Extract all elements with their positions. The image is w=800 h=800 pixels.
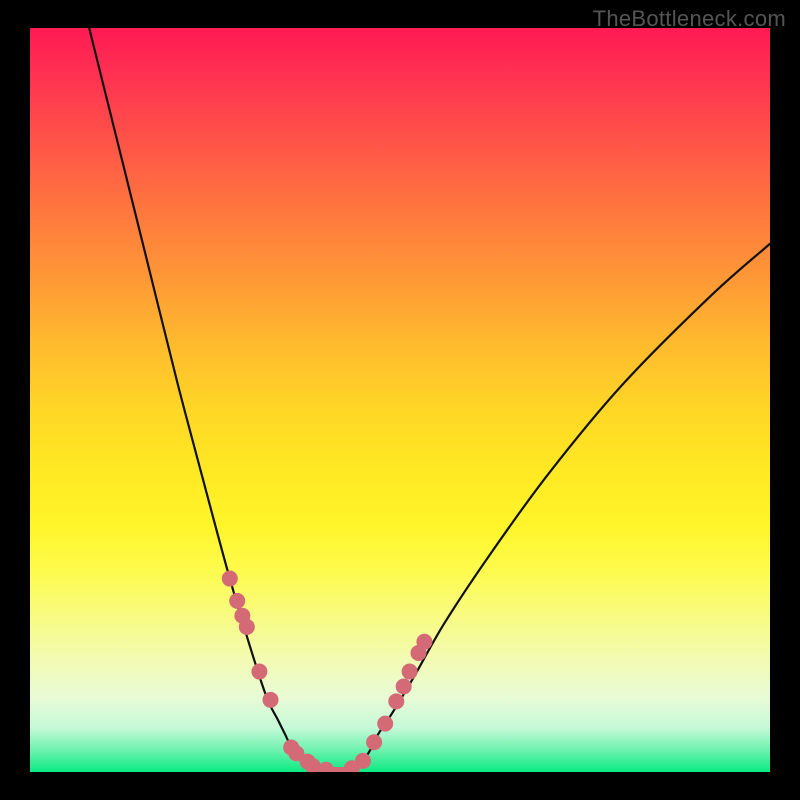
data-dot bbox=[396, 678, 412, 694]
data-dot bbox=[222, 571, 238, 587]
left-curve bbox=[89, 28, 311, 767]
right-dot-cluster bbox=[318, 634, 432, 772]
data-dot bbox=[229, 593, 245, 609]
curve-layer bbox=[30, 28, 770, 772]
data-dot bbox=[251, 664, 267, 680]
left-dot-cluster bbox=[222, 571, 321, 772]
data-dot bbox=[355, 753, 371, 769]
data-dot bbox=[377, 716, 393, 732]
watermark-label: TheBottleneck.com bbox=[593, 6, 786, 32]
plot-area bbox=[30, 28, 770, 772]
data-dot bbox=[388, 693, 404, 709]
data-dot bbox=[416, 634, 432, 650]
data-dot bbox=[402, 664, 418, 680]
data-dot bbox=[366, 734, 382, 750]
right-curve bbox=[356, 244, 770, 767]
chart-stage: TheBottleneck.com bbox=[0, 0, 800, 800]
data-dot bbox=[318, 762, 334, 772]
data-dot bbox=[263, 692, 279, 708]
data-dot bbox=[239, 619, 255, 635]
